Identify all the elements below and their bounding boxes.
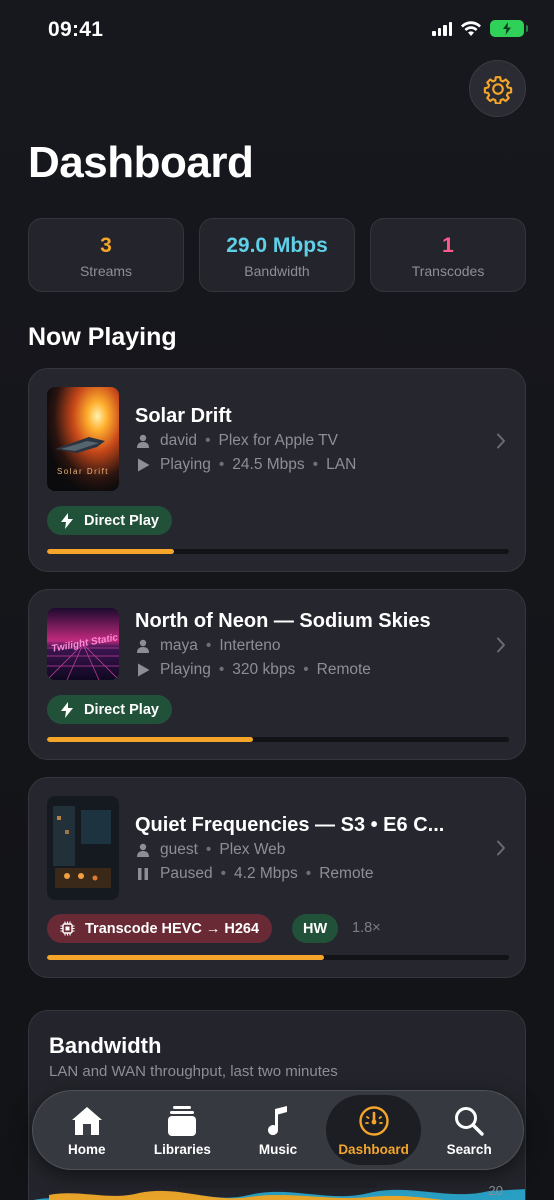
stat-card-transcodes[interactable]: 1 Transcodes <box>370 218 526 292</box>
progress-fill <box>47 549 175 554</box>
stat-label-bandwidth: Bandwidth <box>244 263 310 279</box>
stream-title: Quiet Frequencies — S3 • E6 C... <box>135 814 445 836</box>
cellular-signal-icon <box>432 21 452 36</box>
home-indicator <box>177 1182 377 1188</box>
stream-bitrate: 320 kbps <box>232 661 296 678</box>
page-title: Dashboard <box>28 138 254 187</box>
stream-user-row: guest • Plex Web <box>135 841 285 859</box>
stream-state: Paused <box>160 865 213 882</box>
stream-card-solar-drift[interactable]: Solar Drift Solar Drift david • Plex for… <box>28 368 526 572</box>
tab-dashboard[interactable]: Dashboard <box>325 1095 422 1165</box>
status-time: 09:41 <box>48 18 104 41</box>
screen: 09:41 Dashboard 3 Streams 29.0 Mbps Band… <box>0 0 554 1200</box>
stat-value-streams: 3 <box>100 234 112 257</box>
transcode-label: Transcode HEVC → H264 <box>85 920 260 937</box>
play-icon <box>135 662 151 678</box>
bandwidth-axis-tick: 20 <box>488 1183 503 1198</box>
stream-client: Interteno <box>219 637 281 654</box>
tab-label: Dashboard <box>338 1141 409 1157</box>
house-icon <box>70 1104 104 1138</box>
stream-client: Plex for Apple TV <box>218 432 338 449</box>
person-icon <box>135 842 151 858</box>
settings-button[interactable] <box>469 60 526 117</box>
stream-card-quiet-frequencies[interactable]: Quiet Frequencies — S3 • E6 C... guest •… <box>28 777 526 978</box>
stream-bitrate: 24.5 Mbps <box>232 456 305 473</box>
poster-title-text: Solar Drift <box>56 467 110 476</box>
stream-user: david <box>160 432 198 449</box>
progress-bar <box>47 737 509 742</box>
stat-value-transcodes: 1 <box>442 234 454 257</box>
tab-search[interactable]: Search <box>421 1095 517 1165</box>
bolt-icon <box>61 701 73 718</box>
stream-user-row: maya • Interteno <box>135 637 281 655</box>
tab-music[interactable]: Music <box>230 1095 326 1165</box>
music-note-icon <box>261 1104 295 1138</box>
play-icon <box>135 457 151 473</box>
tab-home[interactable]: Home <box>39 1095 135 1165</box>
stream-card-north-of-neon[interactable]: Twilight Static North of Neon — Sodium S… <box>28 589 526 760</box>
transcode-badge: Transcode HEVC → H264 <box>47 914 273 943</box>
bandwidth-title: Bandwidth <box>49 1033 162 1058</box>
chevron-right-icon <box>497 840 505 856</box>
stat-label-transcodes: Transcodes <box>411 263 485 279</box>
stat-label-streams: Streams <box>79 263 133 279</box>
gauge-icon <box>357 1104 391 1138</box>
transcode-speed: 1.8× <box>352 920 381 936</box>
tab-label: Home <box>68 1141 106 1157</box>
direct-play-badge: Direct Play <box>47 506 172 535</box>
stream-network: LAN <box>326 456 357 473</box>
chip-icon <box>60 921 75 936</box>
direct-play-label: Direct Play <box>84 512 159 529</box>
stream-state: Playing <box>160 661 211 678</box>
poster-solar-drift: Solar Drift <box>47 387 119 491</box>
pause-icon <box>135 866 151 882</box>
search-icon <box>452 1104 486 1138</box>
stream-state-row: Playing • 24.5 Mbps • LAN <box>135 456 356 474</box>
stat-card-streams[interactable]: 3 Streams <box>28 218 184 292</box>
stream-title: Solar Drift <box>135 405 232 427</box>
stack-icon <box>165 1104 199 1138</box>
tab-bar: Home Libraries Music Dashboard Search <box>32 1090 524 1170</box>
hw-badge: HW <box>292 914 339 943</box>
wifi-icon <box>461 20 481 36</box>
poster-quiet-frequencies <box>47 796 119 900</box>
progress-fill <box>47 955 325 960</box>
tab-label: Music <box>258 1141 298 1157</box>
status-icons <box>432 20 528 37</box>
battery-icon <box>490 20 528 37</box>
stream-network: Remote <box>319 865 374 882</box>
person-icon <box>135 433 151 449</box>
stat-card-bandwidth[interactable]: 29.0 Mbps Bandwidth <box>199 218 355 292</box>
tab-label: Search <box>446 1141 492 1157</box>
chevron-right-icon <box>497 637 505 653</box>
tab-label: Libraries <box>153 1141 211 1157</box>
gear-icon <box>483 75 512 104</box>
stream-bitrate: 4.2 Mbps <box>234 865 298 882</box>
stream-user-row: david • Plex for Apple TV <box>135 432 338 450</box>
person-icon <box>135 638 151 654</box>
direct-play-badge: Direct Play <box>47 695 172 724</box>
section-title-now-playing: Now Playing <box>28 323 177 351</box>
progress-fill <box>47 737 253 742</box>
stream-state-row: Paused • 4.2 Mbps • Remote <box>135 865 374 883</box>
tab-libraries[interactable]: Libraries <box>135 1095 231 1165</box>
stream-state-row: Playing • 320 kbps • Remote <box>135 661 371 679</box>
stream-user: guest <box>160 841 198 858</box>
chevron-right-icon <box>497 433 505 449</box>
stream-user: maya <box>160 637 198 654</box>
stream-title: North of Neon — Sodium Skies <box>135 610 431 632</box>
direct-play-label: Direct Play <box>84 701 159 718</box>
stat-value-bandwidth: 29.0 Mbps <box>226 234 328 257</box>
stream-network: Remote <box>316 661 371 678</box>
progress-bar <box>47 549 509 554</box>
poster-north-of-neon: Twilight Static <box>47 608 119 680</box>
stream-client: Plex Web <box>219 841 286 858</box>
bolt-icon <box>61 512 73 529</box>
progress-bar <box>47 955 509 960</box>
bandwidth-subtitle: LAN and WAN throughput, last two minutes <box>49 1063 338 1080</box>
stream-state: Playing <box>160 456 211 473</box>
